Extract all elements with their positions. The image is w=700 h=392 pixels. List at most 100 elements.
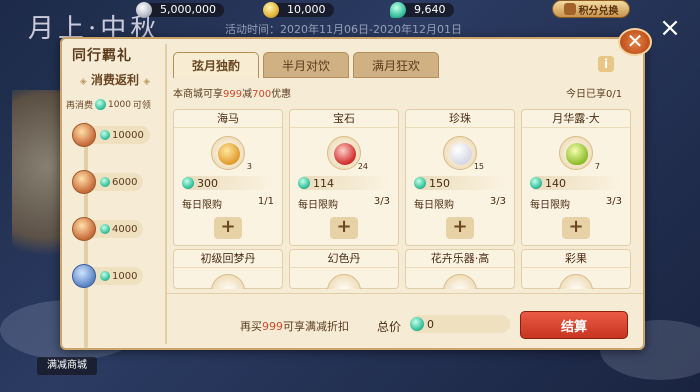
limit-value: 1/1 — [257, 196, 274, 207]
rebate-tier[interactable]: 10000 — [72, 122, 167, 148]
panel-divider — [165, 44, 167, 344]
tab-half-moon[interactable]: 半月对饮 — [263, 52, 349, 78]
panel-close-button[interactable]: ✕ — [618, 28, 652, 56]
item-icon-slot[interactable]: 3 — [211, 136, 252, 171]
gold-currency: 10,000 — [263, 2, 334, 18]
shop-tabs: 弦月独酌 半月对饮 满月狂欢 — [173, 52, 439, 78]
add-item-button[interactable]: + — [330, 217, 358, 239]
limit-label: 每日限购 — [530, 200, 570, 211]
add-item-button[interactable]: + — [214, 217, 242, 239]
rebuy-suffix: 可享满减折扣 — [283, 320, 349, 333]
jade-icon — [100, 271, 110, 281]
item-icon-slot[interactable] — [211, 274, 245, 289]
rebate-note-suffix: 可领 — [132, 101, 151, 111]
jade-icon — [100, 130, 110, 140]
rebuy-amount: 999 — [262, 320, 283, 333]
item-icon-slot[interactable] — [559, 274, 593, 289]
gourd-icon — [566, 143, 588, 165]
info-icon[interactable]: i — [598, 56, 614, 72]
rebate-note: 再消费 1000 可领 — [66, 98, 151, 111]
rebate-tier[interactable]: 6000 — [72, 169, 167, 195]
item-icon-slot[interactable]: 15 — [443, 136, 484, 171]
item-name: 花卉乐器·高 — [406, 250, 514, 268]
promo-discount: 700 — [252, 89, 272, 100]
jade-icon — [100, 224, 110, 234]
item-icon-slot[interactable] — [443, 274, 477, 289]
item-qty: 15 — [473, 162, 484, 171]
tab-full-moon[interactable]: 满月狂欢 — [353, 52, 439, 78]
item-limit: 每日限购 1/1 — [182, 196, 274, 211]
item-price-value: 300 — [197, 176, 218, 190]
add-item-button[interactable]: + — [446, 217, 474, 239]
rebate-note-amount: 1000 — [108, 99, 131, 110]
rebate-note-prefix: 再消费 — [66, 101, 94, 111]
item-price: 140 — [530, 176, 622, 190]
item-card: 幻色丹 — [289, 249, 399, 289]
item-name: 初级回梦丹 — [174, 250, 282, 268]
item-price: 300 — [182, 176, 274, 190]
jade-icon — [414, 177, 426, 189]
item-card: 珍珠 15 150 每日限购 3/3 + — [405, 109, 515, 246]
limit-label: 每日限购 — [414, 200, 454, 211]
promo-text: 本商城可享999减700优惠 — [173, 85, 291, 100]
tier-amount: 10000 — [112, 129, 144, 141]
item-card: 初级回梦丹 — [173, 249, 283, 289]
item-limit: 每日限购 3/3 — [298, 196, 390, 211]
silver-currency: 5,000,000 — [136, 2, 224, 18]
rebate-heading-label: 消费返利 — [90, 73, 139, 87]
total-price: 0 — [410, 315, 510, 333]
item-icon-slot[interactable] — [327, 274, 361, 289]
gift-icon — [72, 264, 96, 288]
limit-label: 每日限购 — [298, 200, 338, 211]
limit-label: 每日限购 — [182, 200, 222, 211]
add-item-button[interactable]: + — [562, 217, 590, 239]
checkout-button[interactable]: 结算 — [520, 311, 628, 339]
bag-icon — [563, 3, 576, 15]
diamond-icon: ◈ — [79, 77, 87, 87]
jade-icon — [298, 177, 310, 189]
shop-tag-button[interactable]: 满减商城 — [37, 357, 97, 375]
limit-value: 3/3 — [373, 196, 390, 207]
item-grid: 海马 3 300 每日限购 1/1 + 宝石 24 114 每日限购 3/3 + 珍… — [171, 101, 640, 289]
item-price: 114 — [298, 176, 390, 190]
panel-title: 同行羁礼 — [72, 48, 132, 64]
points-exchange-button[interactable]: 积分兑换 — [552, 0, 630, 18]
tab-crescent[interactable]: 弦月独酌 — [173, 52, 259, 78]
item-name: 海马 — [174, 110, 282, 128]
item-name: 宝石 — [290, 110, 398, 128]
item-qty: 7 — [594, 162, 600, 171]
gem-icon — [334, 143, 356, 165]
item-qty: 3 — [246, 162, 252, 171]
seahorse-icon — [218, 143, 240, 165]
gift-icon — [72, 123, 96, 147]
item-limit: 每日限购 3/3 — [414, 196, 506, 211]
promo-mid: 减 — [242, 89, 253, 100]
pearl-icon — [450, 143, 472, 165]
footer-divider — [167, 293, 643, 294]
rebate-tier[interactable]: 4000 — [72, 216, 167, 242]
tier-amount: 1000 — [112, 270, 138, 282]
item-name: 珍珠 — [406, 110, 514, 128]
item-icon-slot[interactable]: 7 — [559, 136, 600, 171]
diamond-icon: ◈ — [143, 77, 151, 87]
item-price-value: 140 — [545, 176, 566, 190]
item-card: 彩果 — [521, 249, 631, 289]
item-icon-slot[interactable]: 24 — [327, 136, 368, 171]
jade-amount: 9,640 — [398, 3, 454, 17]
item-limit: 每日限购 3/3 — [530, 196, 622, 211]
event-time: 活动时间：2020年11月06日-2020年12月01日 — [225, 23, 462, 36]
limit-value: 3/3 — [489, 196, 506, 207]
rebate-tier[interactable]: 1000 — [72, 263, 167, 289]
rebate-sidebar: ◈ 消费返利 ◈ 再消费 1000 可领 10000 6000 4000 100… — [62, 70, 164, 348]
promo-prefix: 本商城可享 — [173, 89, 223, 100]
jade-icon — [390, 2, 406, 18]
jade-icon — [530, 177, 542, 189]
item-price-value: 150 — [429, 176, 450, 190]
item-name: 幻色丹 — [290, 250, 398, 268]
item-qty: 24 — [357, 162, 368, 171]
close-icon[interactable]: × — [657, 15, 683, 42]
item-card: 月华露·大 7 140 每日限购 3/3 + — [521, 109, 631, 246]
jade-icon — [410, 317, 424, 331]
silver-amount: 5,000,000 — [144, 3, 224, 17]
item-price: 150 — [414, 176, 506, 190]
